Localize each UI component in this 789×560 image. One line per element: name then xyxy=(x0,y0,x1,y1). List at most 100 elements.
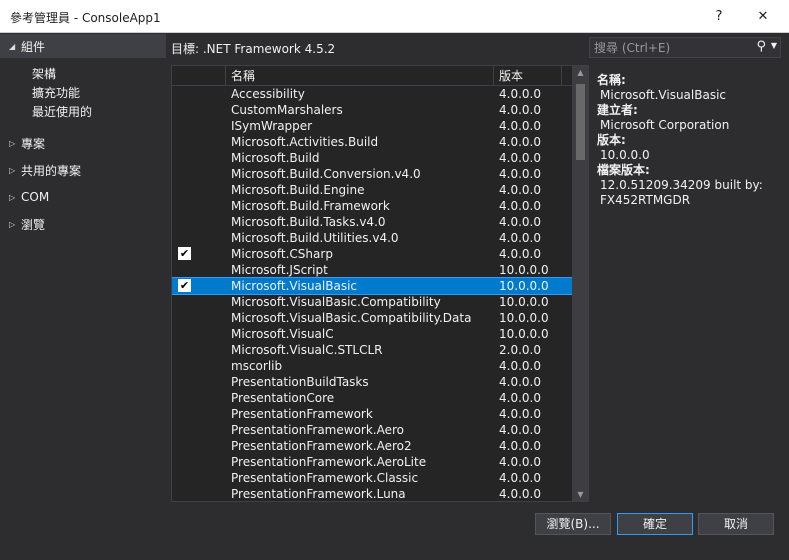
assembly-version: 4.0.0.0 xyxy=(499,423,541,437)
assembly-version: 10.0.0.0 xyxy=(499,311,549,325)
check-icon[interactable]: ✔ xyxy=(178,247,191,260)
table-row[interactable]: mscorlib 4.0.0.0 xyxy=(172,358,572,374)
nav-item-label: 瀏覽 xyxy=(21,217,46,232)
table-row[interactable]: Microsoft.Build.Framework 4.0.0.0 xyxy=(172,198,572,214)
scroll-down-icon[interactable]: ▼ xyxy=(572,490,588,499)
nav-item-label: 專案 xyxy=(21,136,46,151)
title-bar: 參考管理員 - ConsoleApp1 ? ✕ xyxy=(0,0,789,33)
assembly-name: Microsoft.Build.Engine xyxy=(231,183,365,197)
assembly-version: 4.0.0.0 xyxy=(499,215,541,229)
assembly-version: 4.0.0.0 xyxy=(499,151,541,165)
assembly-name: PresentationFramework.Luna xyxy=(231,487,406,501)
assembly-version: 4.0.0.0 xyxy=(499,87,541,101)
table-row[interactable]: Microsoft.Activities.Build 4.0.0.0 xyxy=(172,134,572,150)
table-row[interactable]: PresentationCore 4.0.0.0 xyxy=(172,390,572,406)
nav-item-assemblies[interactable]: ◢ 組件 xyxy=(0,34,166,58)
assembly-name: CustomMarshalers xyxy=(231,103,343,117)
assembly-name: PresentationBuildTasks xyxy=(231,375,369,389)
assembly-name: mscorlib xyxy=(231,359,283,373)
nav-item-label: 組件 xyxy=(21,39,46,54)
table-row[interactable]: Accessibility 4.0.0.0 xyxy=(172,86,572,102)
close-button[interactable]: ✕ xyxy=(749,4,777,28)
detail-file-version-label: 檔案版本: xyxy=(597,163,650,177)
table-row[interactable]: Microsoft.Build.Conversion.v4.0 4.0.0.0 xyxy=(172,166,572,182)
table-row[interactable]: PresentationFramework 4.0.0.0 xyxy=(172,406,572,422)
assembly-name: PresentationFramework.AeroLite xyxy=(231,455,427,469)
assembly-name: Microsoft.VisualBasic.Compatibility.Data xyxy=(231,311,472,325)
chevron-right-icon: ▷ xyxy=(9,192,16,202)
table-row[interactable]: Microsoft.VisualC 10.0.0.0 xyxy=(172,326,572,342)
assembly-version: 4.0.0.0 xyxy=(499,471,541,485)
assembly-version: 2.0.0.0 xyxy=(499,343,541,357)
table-row[interactable]: PresentationFramework.Classic 4.0.0.0 xyxy=(172,470,572,486)
assembly-name: ISymWrapper xyxy=(231,119,313,133)
table-row[interactable]: Microsoft.Build 4.0.0.0 xyxy=(172,150,572,166)
table-row[interactable]: PresentationFramework.AeroLite 4.0.0.0 xyxy=(172,454,572,470)
cancel-button[interactable]: 取消 xyxy=(698,513,774,535)
scroll-up-icon[interactable]: ▲ xyxy=(572,68,588,77)
assembly-version: 4.0.0.0 xyxy=(499,407,541,421)
details-panel: 名稱: Microsoft.VisualBasic 建立者: Microsoft… xyxy=(597,73,782,208)
assembly-name: PresentationFramework xyxy=(231,407,373,421)
assembly-name: Accessibility xyxy=(231,87,305,101)
nav-item-browse[interactable]: ▷ 瀏覽 xyxy=(0,212,166,236)
table-row[interactable]: Microsoft.Build.Engine 4.0.0.0 xyxy=(172,182,572,198)
search-options-dropdown-icon[interactable]: ▼ xyxy=(771,41,777,50)
assembly-version: 4.0.0.0 xyxy=(499,231,541,245)
table-row[interactable]: Microsoft.Build.Utilities.v4.0 4.0.0.0 xyxy=(172,230,572,246)
assembly-version: 4.0.0.0 xyxy=(499,119,541,133)
header-version[interactable]: 版本 xyxy=(494,66,562,86)
table-row[interactable]: Microsoft.VisualBasic.Compatibility 10.0.… xyxy=(172,294,572,310)
category-pane: ◢ 組件 架構 擴充功能 最近使用的 ▷ 專案 ▷ 共用的專案 ▷ COM ▷ … xyxy=(0,33,166,505)
assembly-version: 4.0.0.0 xyxy=(499,455,541,469)
detail-name-label: 名稱: xyxy=(597,73,626,87)
table-row[interactable]: PresentationBuildTasks 4.0.0.0 xyxy=(172,374,572,390)
assembly-version: 10.0.0.0 xyxy=(499,279,549,293)
assembly-version: 4.0.0.0 xyxy=(499,487,541,501)
browse-button[interactable]: 瀏覽(B)... xyxy=(535,513,611,535)
table-row[interactable]: ISymWrapper 4.0.0.0 xyxy=(172,118,572,134)
help-button[interactable]: ? xyxy=(705,4,733,28)
table-row[interactable]: PresentationFramework.Aero2 4.0.0.0 xyxy=(172,438,572,454)
nav-item-extensions[interactable]: 擴充功能 xyxy=(32,84,80,103)
header-name[interactable]: 名稱 xyxy=(226,66,494,86)
assembly-name: PresentationCore xyxy=(231,391,335,405)
scroll-thumb[interactable] xyxy=(576,84,585,160)
table-row[interactable]: Microsoft.VisualBasic.Compatibility.Data… xyxy=(172,310,572,326)
table-row[interactable]: PresentationFramework.Luna 4.0.0.0 xyxy=(172,486,572,501)
table-row[interactable]: ✔ Microsoft.VisualBasic 10.0.0.0 xyxy=(172,277,573,295)
vertical-scrollbar[interactable]: ▲ ▼ xyxy=(572,66,588,501)
ok-button[interactable]: 確定 xyxy=(617,513,693,535)
assembly-name: Microsoft.JScript xyxy=(231,263,328,277)
table-row[interactable]: CustomMarshalers 4.0.0.0 xyxy=(172,102,572,118)
nav-item-framework[interactable]: 架構 xyxy=(32,65,56,84)
assembly-version: 4.0.0.0 xyxy=(499,375,541,389)
assembly-name: Microsoft.VisualC.STLCLR xyxy=(231,343,383,357)
assembly-version: 4.0.0.0 xyxy=(499,359,541,373)
chevron-right-icon: ▷ xyxy=(9,219,16,229)
nav-item-label: 共用的專案 xyxy=(21,163,82,178)
assembly-version: 4.0.0.0 xyxy=(499,167,541,181)
detail-version-label: 版本: xyxy=(597,133,626,147)
search-box[interactable]: ⚲ ▼ xyxy=(589,37,781,58)
assembly-version: 4.0.0.0 xyxy=(499,183,541,197)
table-row[interactable]: ✔ Microsoft.CSharp 4.0.0.0 xyxy=(172,246,572,262)
table-row[interactable]: Microsoft.VisualC.STLCLR 2.0.0.0 xyxy=(172,342,572,358)
detail-name-value: Microsoft.VisualBasic xyxy=(600,88,727,102)
table-row[interactable]: Microsoft.Build.Tasks.v4.0 4.0.0.0 xyxy=(172,214,572,230)
nav-item-com[interactable]: ▷ COM xyxy=(0,185,166,209)
header-check-column[interactable] xyxy=(172,66,226,86)
assembly-name: Microsoft.Activities.Build xyxy=(231,135,379,149)
nav-item-shared-projects[interactable]: ▷ 共用的專案 xyxy=(0,158,166,182)
table-row[interactable]: PresentationFramework.Aero 4.0.0.0 xyxy=(172,422,572,438)
assembly-list: 名稱 版本 Accessibility 4.0.0.0 CustomMarshale… xyxy=(171,65,589,502)
detail-file-version-line1: 12.0.51209.34209 built by: xyxy=(600,178,763,192)
chevron-right-icon: ▷ xyxy=(9,165,16,175)
assembly-name: PresentationFramework.Classic xyxy=(231,471,419,485)
table-row[interactable]: Microsoft.JScript 10.0.0.0 xyxy=(172,262,572,278)
nav-item-recent[interactable]: 最近使用的 xyxy=(32,103,92,122)
search-input[interactable] xyxy=(594,40,749,56)
nav-item-projects[interactable]: ▷ 專案 xyxy=(0,131,166,155)
check-icon[interactable]: ✔ xyxy=(178,279,191,292)
search-icon[interactable]: ⚲ xyxy=(756,39,766,54)
